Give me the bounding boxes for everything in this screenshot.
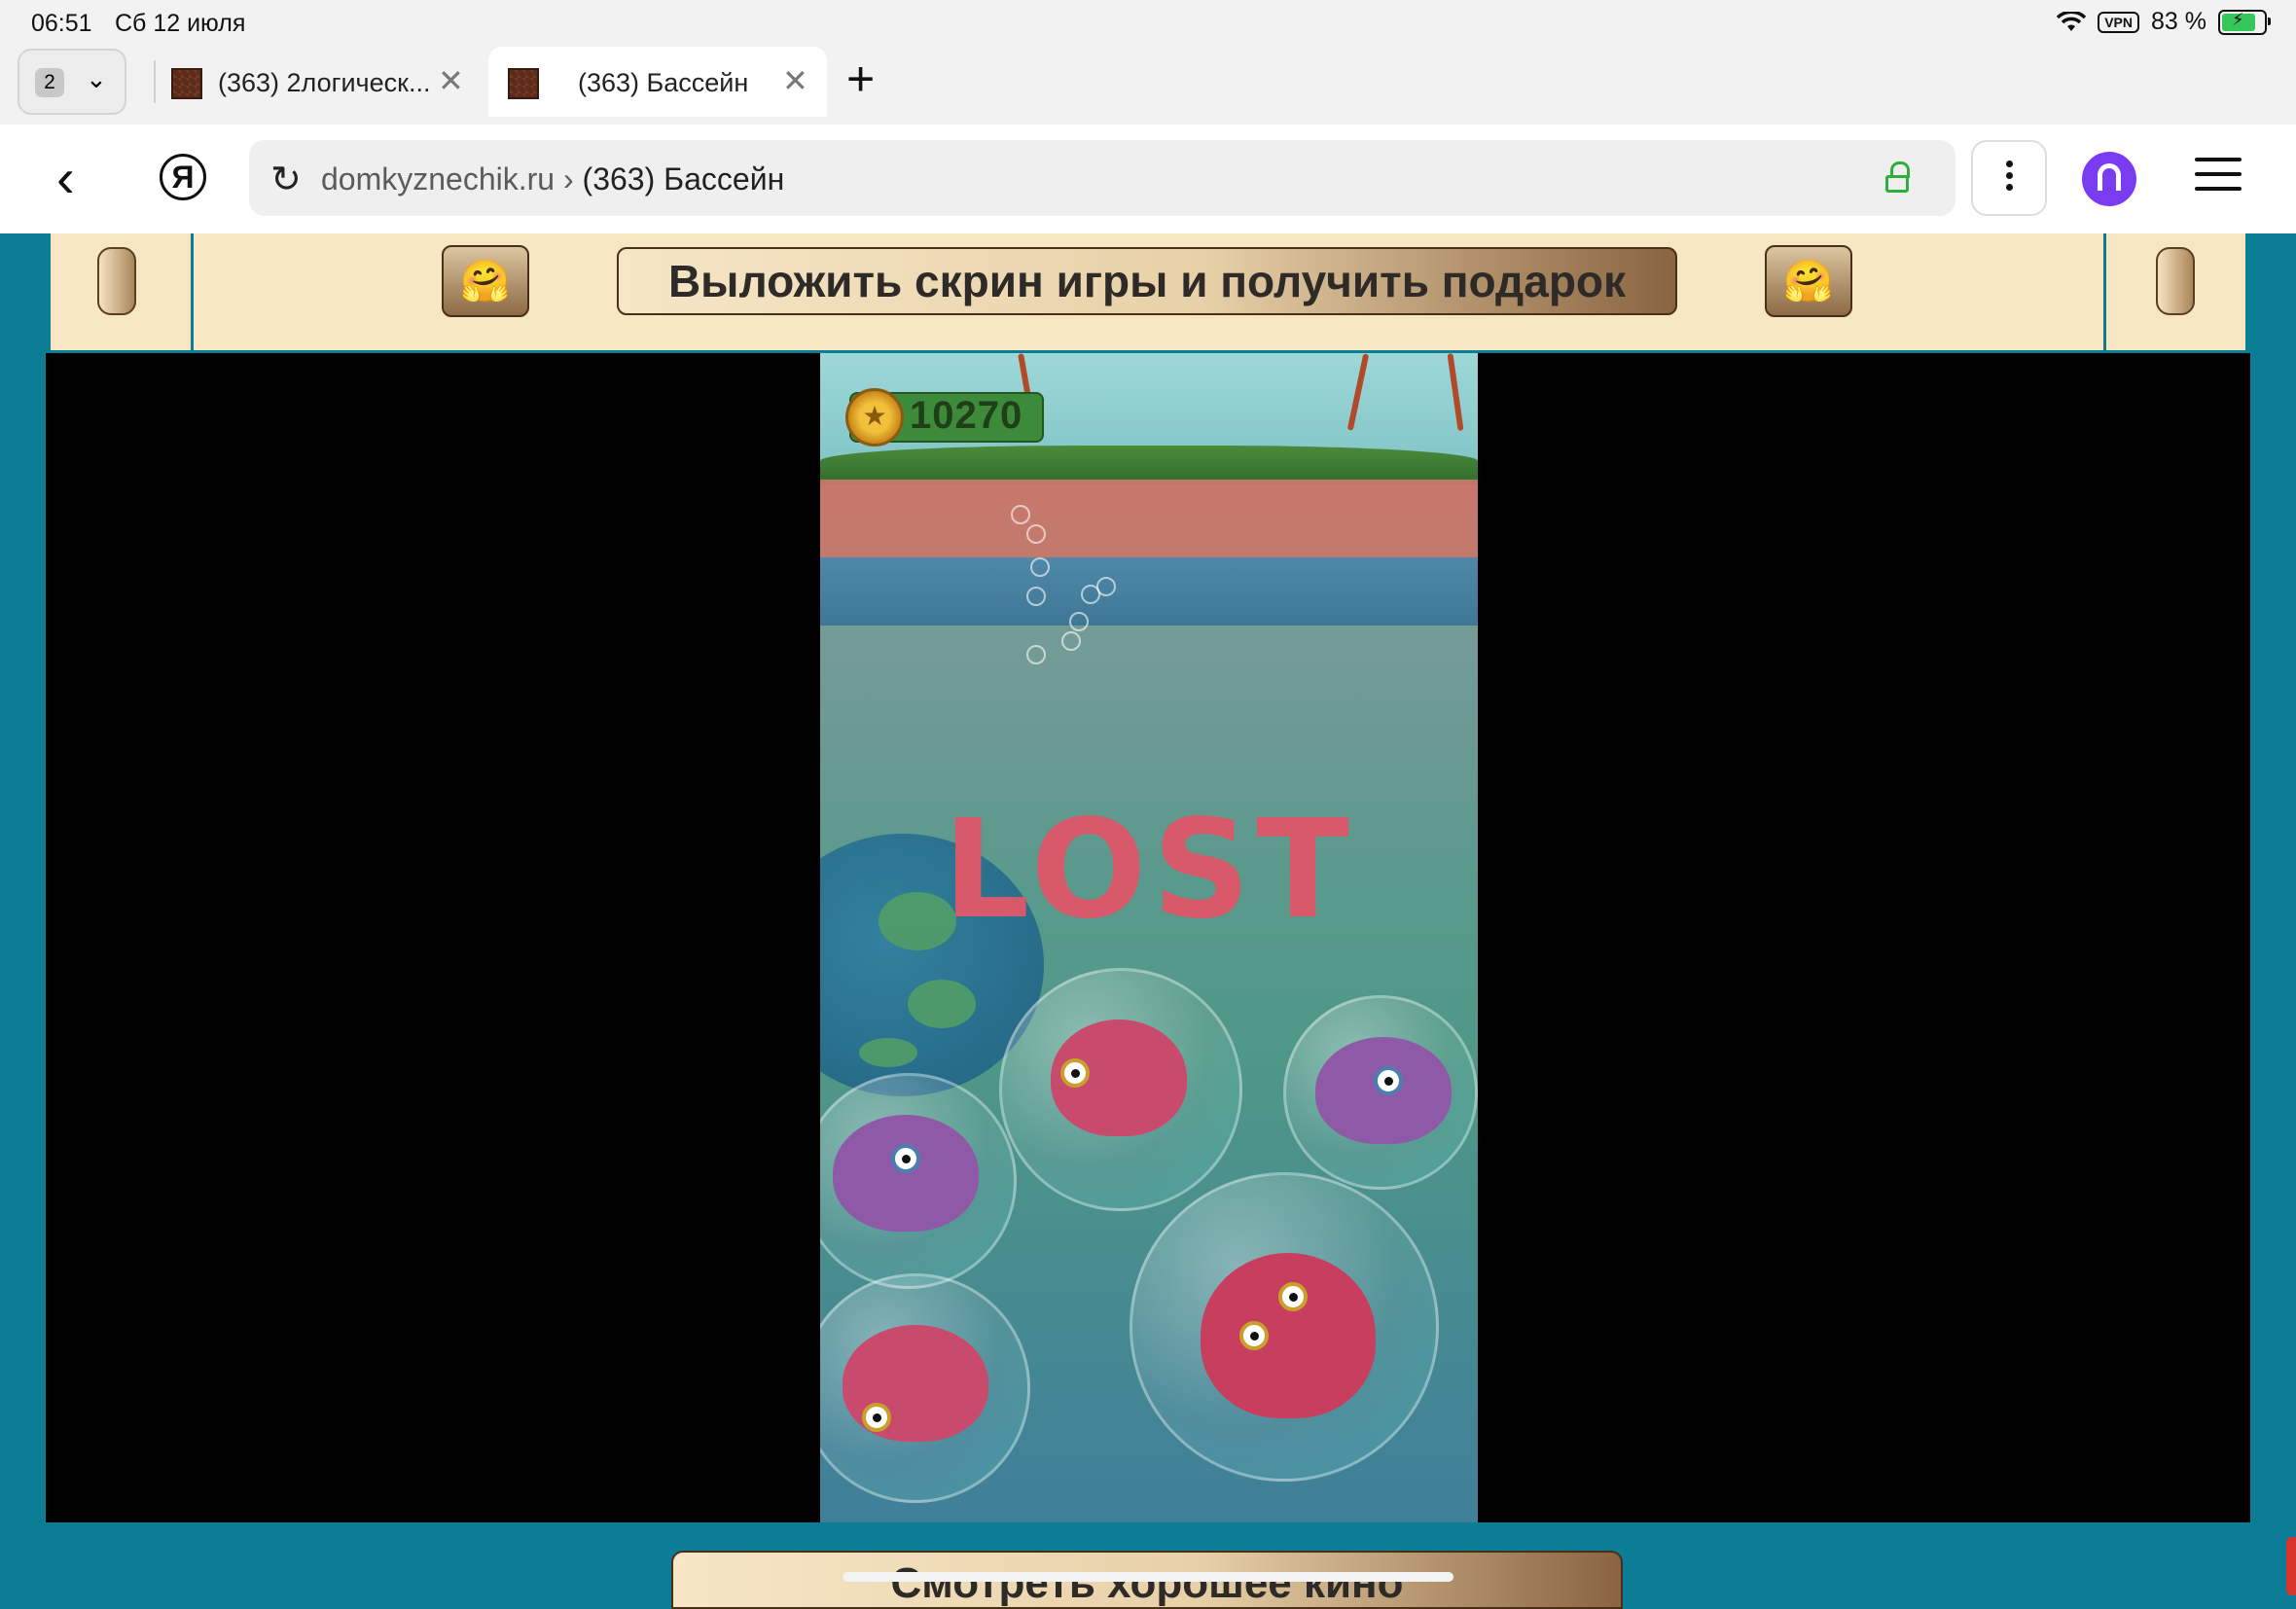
creature-bubble[interactable]: [820, 1273, 1030, 1503]
vpn-badge: VPN: [2098, 11, 2140, 33]
edge-widget[interactable]: [2286, 1537, 2296, 1595]
address-bar[interactable]: ↻ domkyznechik.ru › (363) Бассейн: [249, 140, 1955, 216]
coin-icon: ★: [845, 388, 904, 447]
air-bubble: [1096, 577, 1116, 596]
air-bubble: [1061, 631, 1081, 651]
favicon-icon: [508, 68, 539, 99]
tab-strip: 2 ⌄ (363) 2логическ... ✕ (363) Бассейн ✕…: [0, 45, 2296, 125]
air-bubble: [1026, 524, 1046, 544]
game-player[interactable]: ★ 10270 LOST: [46, 353, 2250, 1522]
share-screenshot-button[interactable]: Выложить скрин игры и получить подарок: [617, 247, 1677, 315]
air-bubble: [1030, 557, 1050, 577]
game-beach: [820, 480, 1478, 559]
creature-bubble[interactable]: [999, 968, 1242, 1211]
close-tab-icon[interactable]: ✕: [782, 62, 808, 99]
battery-icon: ⚡: [2218, 9, 2271, 35]
reload-icon[interactable]: ↻: [270, 158, 302, 201]
tab-title: (363) 2логическ...: [218, 68, 431, 97]
tab-switcher-button[interactable]: 2 ⌄: [18, 49, 126, 115]
more-options-button[interactable]: [1971, 140, 2047, 216]
alice-assistant-icon[interactable]: [2082, 152, 2136, 206]
tab-count: 2: [35, 68, 64, 97]
air-bubble: [1026, 587, 1046, 606]
close-tab-icon[interactable]: ✕: [438, 62, 464, 99]
back-arrow-icon[interactable]: ‹: [56, 146, 75, 209]
creature-bubble[interactable]: [820, 1073, 1017, 1289]
promo-divider-right: [2103, 233, 2106, 350]
tab-pool-active[interactable]: (363) Бассейн ✕: [488, 47, 827, 117]
tab-logic[interactable]: (363) 2логическ... ✕: [156, 47, 483, 117]
yandex-logo-icon[interactable]: Я: [160, 154, 206, 200]
creature-bubble[interactable]: [1130, 1172, 1439, 1482]
browser-toolbar: ‹ Я ↻ domkyznechik.ru › (363) Бассейн: [0, 125, 2296, 233]
score-value: 10270: [910, 394, 1023, 437]
url-page-title: (363) Бассейн: [582, 161, 785, 197]
menu-hamburger-icon[interactable]: [2195, 158, 2242, 201]
home-indicator[interactable]: [843, 1572, 1453, 1582]
game-water-surface: [820, 557, 1478, 626]
game-island: [820, 446, 1478, 484]
creature-bubble[interactable]: [1283, 995, 1478, 1190]
url-separator: ›: [555, 161, 583, 197]
wifi-icon: [2057, 11, 2087, 31]
side-pill-left: [97, 247, 136, 315]
url-text[interactable]: domkyznechik.ru › (363) Бассейн: [321, 161, 784, 197]
favicon-icon: [171, 68, 202, 99]
side-pill-right: [2156, 247, 2195, 315]
hug-emoji-button-left[interactable]: 🤗: [442, 245, 529, 317]
url-host: domkyznechik.ru: [321, 161, 556, 197]
game-over-lost-text: LOST: [943, 791, 1355, 949]
hug-emoji-button-right[interactable]: 🤗: [1765, 245, 1852, 317]
air-bubble: [1026, 645, 1046, 664]
lock-icon[interactable]: [1885, 161, 1911, 193]
air-bubble: [1069, 612, 1089, 631]
status-date: Сб 12 июля: [115, 10, 246, 37]
status-time: 06:51: [31, 10, 92, 37]
promo-bar: 🤗 Выложить скрин игры и получить подарок…: [51, 233, 2245, 350]
battery-percent: 83 %: [2151, 8, 2206, 35]
game-canvas[interactable]: ★ 10270 LOST: [820, 353, 1478, 1522]
chevron-down-icon: ⌄: [86, 64, 107, 93]
status-bar: 06:51 Сб 12 июля VPN 83 % ⚡: [0, 0, 2296, 45]
status-right: VPN 83 % ⚡: [2057, 8, 2271, 36]
promo-divider-left: [191, 233, 194, 350]
new-tab-plus-icon[interactable]: +: [846, 51, 875, 107]
air-bubble: [1011, 505, 1030, 524]
tab-title: (363) Бассейн: [578, 68, 749, 97]
